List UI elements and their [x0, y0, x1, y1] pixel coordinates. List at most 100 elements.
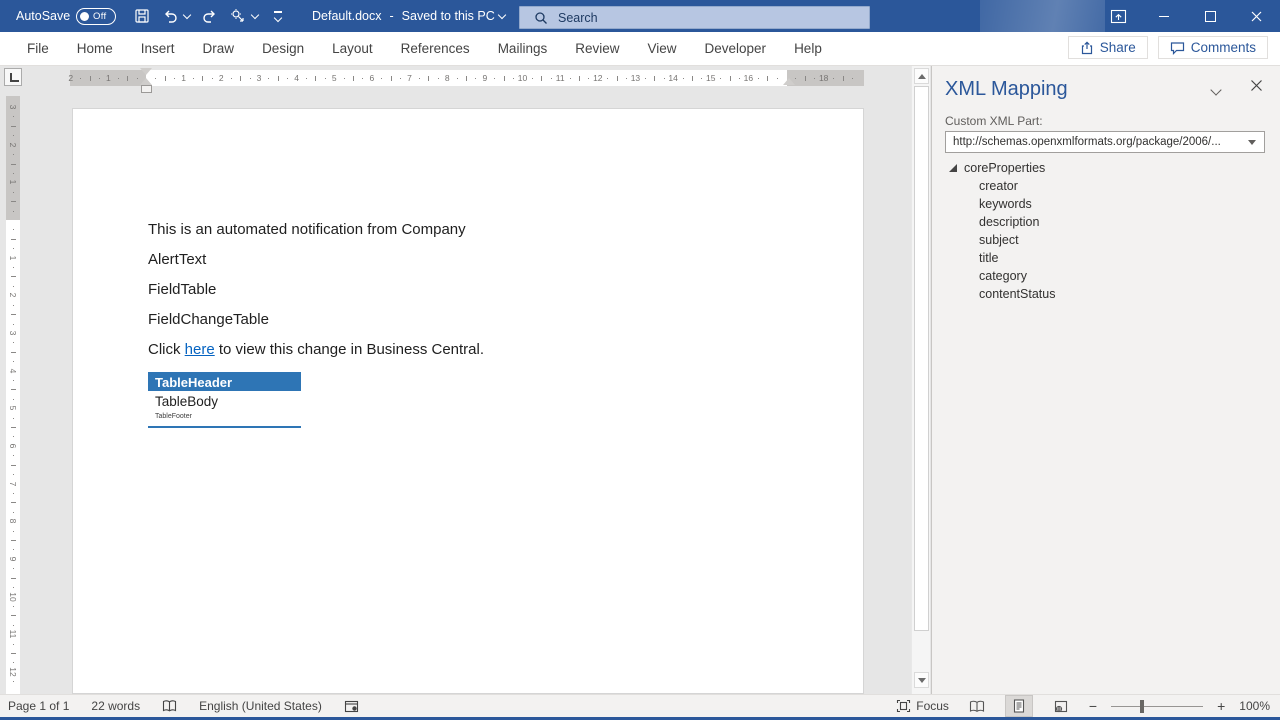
page-indicator[interactable]: Page 1 of 1	[8, 699, 69, 713]
zoom-slider-thumb[interactable]	[1140, 700, 1144, 713]
autosave-toggle[interactable]: Off	[76, 0, 116, 32]
close-button[interactable]	[1233, 0, 1279, 32]
document-paragraph[interactable]: AlertText	[148, 252, 808, 267]
vertical-scrollbar[interactable]	[911, 66, 930, 694]
collapse-triangle-icon[interactable]	[949, 164, 957, 172]
tree-node[interactable]: category	[932, 267, 1280, 285]
custom-xml-part-dropdown[interactable]: http://schemas.openxmlformats.org/packag…	[945, 131, 1265, 153]
right-indent-marker[interactable]	[783, 78, 795, 85]
tree-node[interactable]: contentStatus	[932, 285, 1280, 303]
left-indent-marker[interactable]	[141, 85, 152, 93]
ruler-tick	[240, 76, 241, 81]
ruler-tick	[438, 78, 439, 79]
document-paragraph[interactable]: FieldChangeTable	[148, 312, 808, 327]
ribbon-actions: Share Comments	[1068, 36, 1268, 59]
undo-button[interactable]	[158, 0, 182, 32]
horizontal-ruler[interactable]: 211234567891011121314151618	[70, 70, 864, 86]
ruler-number: 12	[593, 73, 602, 83]
autosave-toggle-pill[interactable]: Off	[76, 8, 116, 25]
zoom-in-button[interactable]: +	[1217, 698, 1225, 714]
tree-node[interactable]: description	[932, 213, 1280, 231]
ribbon-tab[interactable]: Insert	[127, 33, 189, 64]
zoom-out-button[interactable]: −	[1089, 698, 1097, 714]
account-area[interactable]	[980, 0, 1105, 32]
table-body-cell[interactable]: TableBody	[148, 391, 301, 409]
ruler-tick	[654, 76, 655, 81]
comments-button[interactable]: Comments	[1158, 36, 1268, 59]
ribbon-tab[interactable]: Help	[780, 33, 836, 64]
ruler-number: 5	[8, 406, 18, 411]
macro-record-button[interactable]	[344, 700, 359, 713]
ribbon-display-options-button[interactable]	[1095, 0, 1141, 32]
customize-qat-button[interactable]	[266, 0, 290, 32]
first-line-indent-marker[interactable]	[140, 68, 152, 75]
web-layout-icon	[1054, 700, 1068, 713]
document-title[interactable]: Default.docx - Saved to this PC	[312, 0, 505, 32]
tab-stop-selector[interactable]	[4, 68, 22, 86]
document-table[interactable]: TableHeader TableBody TableFooter	[148, 372, 301, 428]
ruler-tick	[494, 78, 495, 79]
share-button[interactable]: Share	[1068, 36, 1148, 59]
ribbon-tab[interactable]: Developer	[691, 33, 781, 64]
undo-dropdown[interactable]	[180, 0, 190, 32]
maximize-button[interactable]	[1187, 0, 1233, 32]
ruler-tick	[11, 314, 16, 315]
ribbon-tab[interactable]: View	[633, 33, 690, 64]
web-layout-button[interactable]	[1047, 695, 1075, 717]
tree-node[interactable]: creator	[932, 177, 1280, 195]
language-indicator[interactable]: English (United States)	[199, 699, 322, 713]
ribbon-tab[interactable]: Review	[561, 33, 633, 64]
document-page[interactable]: This is an automated notification from C…	[72, 108, 864, 694]
ribbon-display-options-icon	[1110, 8, 1127, 25]
document-paragraph-link[interactable]: Click here to view this change in Busine…	[148, 342, 808, 357]
ribbon-tab[interactable]: Home	[63, 33, 127, 64]
save-button[interactable]	[130, 0, 154, 32]
scrollbar-thumb[interactable]	[914, 86, 929, 631]
ruler-tick	[165, 76, 166, 81]
here-hyperlink[interactable]: here	[185, 341, 215, 358]
document-body[interactable]: This is an automated notification from C…	[148, 222, 808, 428]
pane-options-chevron-icon[interactable]	[1210, 84, 1221, 95]
ruler-tick	[11, 653, 16, 654]
read-mode-button[interactable]	[963, 695, 991, 717]
vertical-ruler[interactable]: 321123456789101112	[6, 96, 20, 694]
zoom-slider[interactable]	[1111, 699, 1203, 713]
scroll-up-button[interactable]	[914, 68, 929, 84]
tree-node[interactable]: title	[932, 249, 1280, 267]
ribbon-tab[interactable]: Draw	[189, 33, 249, 64]
ruler-tick	[13, 531, 14, 532]
touch-mode-button[interactable]	[226, 0, 250, 32]
tree-node[interactable]: subject	[932, 231, 1280, 249]
ruler-tick	[11, 540, 16, 541]
document-paragraph[interactable]: FieldTable	[148, 282, 808, 297]
ruler-number: 7	[8, 481, 18, 486]
table-footer-cell[interactable]: TableFooter	[148, 409, 301, 428]
touch-mode-dropdown[interactable]	[248, 0, 258, 32]
proofing-button[interactable]	[162, 699, 177, 713]
ribbon-tab[interactable]: Mailings	[484, 33, 562, 64]
ruler-number: 2	[8, 293, 18, 298]
ribbon-tab[interactable]: Design	[248, 33, 318, 64]
redo-button[interactable]	[198, 0, 222, 32]
table-header-cell[interactable]: TableHeader	[148, 372, 301, 391]
pane-close-button[interactable]	[1250, 79, 1266, 95]
minimize-button[interactable]	[1141, 0, 1187, 32]
ribbon-tab[interactable]: File	[13, 33, 63, 64]
scroll-down-button[interactable]	[914, 672, 929, 688]
print-layout-button[interactable]	[1005, 695, 1033, 717]
focus-button[interactable]: Focus	[896, 699, 949, 713]
zoom-level[interactable]: 100%	[1239, 699, 1270, 713]
ribbon-tab[interactable]: References	[387, 33, 484, 64]
ruler-tick	[391, 76, 392, 81]
ruler-number: 12	[8, 667, 18, 676]
hanging-indent-marker[interactable]	[140, 78, 152, 85]
document-paragraph[interactable]: This is an automated notification from C…	[148, 222, 808, 237]
word-count[interactable]: 22 words	[91, 699, 140, 713]
ruler-number: 2	[219, 73, 224, 83]
tree-node-root[interactable]: coreProperties	[932, 159, 1280, 177]
search-input[interactable]: Search	[519, 6, 870, 29]
ruler-tick	[645, 78, 646, 79]
tree-node[interactable]: keywords	[932, 195, 1280, 213]
ribbon-tab[interactable]: Layout	[318, 33, 387, 64]
ruler-tick	[513, 78, 514, 79]
